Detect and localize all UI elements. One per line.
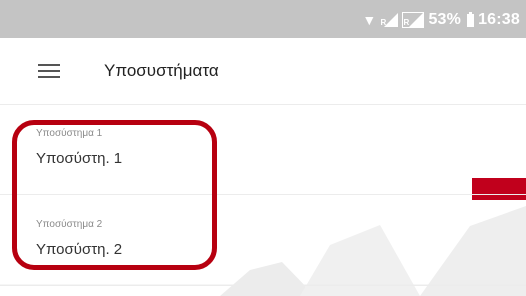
battery-icon [467, 11, 475, 27]
menu-icon[interactable] [38, 64, 60, 80]
page-title: Υποσυστήματα [104, 61, 219, 80]
battery-percent: 53% [428, 11, 462, 28]
signal-icon-2: R [402, 12, 425, 28]
status-icons: ▼ R R 53% 16:38 [362, 10, 520, 30]
app-bar: Υποσυστήματα [0, 38, 526, 105]
signal-icon: R [380, 13, 399, 27]
wifi-icon: ▼ [362, 12, 377, 28]
highlight-annotation [12, 120, 217, 270]
clock: 16:38 [478, 11, 520, 28]
status-bar: ▼ R R 53% 16:38 [0, 0, 526, 38]
